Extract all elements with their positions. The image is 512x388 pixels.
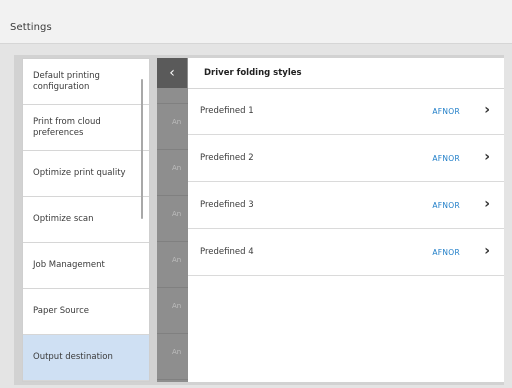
row-label: Predefined 3 <box>200 200 254 210</box>
sidebar-item-paper-source[interactable]: Paper Source <box>23 289 149 335</box>
list-item-label: An <box>172 164 182 172</box>
detail-panel: Driver folding styles Predefined 1 AFNOR… <box>188 58 504 382</box>
back-button[interactable]: ‹ <box>157 58 187 88</box>
sidebar-item-print-from-cloud-preferences[interactable]: Print from cloud preferences <box>23 105 149 151</box>
row-label: Predefined 2 <box>200 153 254 163</box>
sidebar-item-label: Output destination <box>33 352 113 362</box>
list-item: An <box>157 242 189 288</box>
list-item-label: An <box>172 118 182 126</box>
chevron-left-icon: ‹ <box>169 65 175 81</box>
sidebar-scrollbar[interactable] <box>141 79 143 219</box>
folding-style-row-predefined-2[interactable]: Predefined 2 AFNOR › <box>188 136 504 182</box>
sidebar-item-label: Print from cloud preferences <box>33 116 101 138</box>
sidebar-item-label: Job Management <box>33 260 105 270</box>
chevron-right-icon: › <box>484 102 490 118</box>
list-item: An <box>157 334 189 380</box>
folding-style-row-predefined-1[interactable]: Predefined 1 AFNOR › <box>188 89 504 135</box>
row-value: AFNOR <box>432 107 460 116</box>
overlapped-list-panel: An An An An An An An <box>157 58 189 382</box>
sidebar-item-optimize-print-quality[interactable]: Optimize print quality <box>23 151 149 197</box>
row-label: Predefined 1 <box>200 106 254 116</box>
sidebar-item-label: Paper Source <box>33 306 89 316</box>
row-value: AFNOR <box>432 248 460 257</box>
sidebar-item-label: Optimize print quality <box>33 168 126 178</box>
list-item: An <box>157 288 189 334</box>
sidebar-item-label: Default printing configuration <box>33 70 100 92</box>
list-item: An <box>157 104 189 150</box>
chevron-right-icon: › <box>484 149 490 165</box>
chevron-right-icon: › <box>484 243 490 259</box>
settings-sidebar: Default printing configuration Print fro… <box>22 58 150 382</box>
row-label: Predefined 4 <box>200 247 254 257</box>
sidebar-item-output-destination[interactable]: Output destination <box>23 335 149 381</box>
panel-title: Driver folding styles <box>204 68 302 78</box>
list-item-label: An <box>172 348 182 356</box>
sidebar-item-optimize-scan[interactable]: Optimize scan <box>23 197 149 243</box>
chevron-right-icon: › <box>484 196 490 212</box>
sidebar-item-default-printing-configuration[interactable]: Default printing configuration <box>23 59 149 105</box>
sidebar-item-label: Optimize scan <box>33 214 94 224</box>
sidebar-item-job-management[interactable]: Job Management <box>23 243 149 289</box>
row-value: AFNOR <box>432 154 460 163</box>
page-header: Settings <box>0 0 512 44</box>
list-item: An <box>157 196 189 242</box>
list-item: An <box>157 150 189 196</box>
list-item-label: An <box>172 210 182 218</box>
folding-style-row-predefined-4[interactable]: Predefined 4 AFNOR › <box>188 230 504 276</box>
page-title: Settings <box>10 22 52 33</box>
row-value: AFNOR <box>432 201 460 210</box>
list-item-label: An <box>172 302 182 310</box>
list-item-label: An <box>172 256 182 264</box>
folding-style-row-predefined-3[interactable]: Predefined 3 AFNOR › <box>188 183 504 229</box>
